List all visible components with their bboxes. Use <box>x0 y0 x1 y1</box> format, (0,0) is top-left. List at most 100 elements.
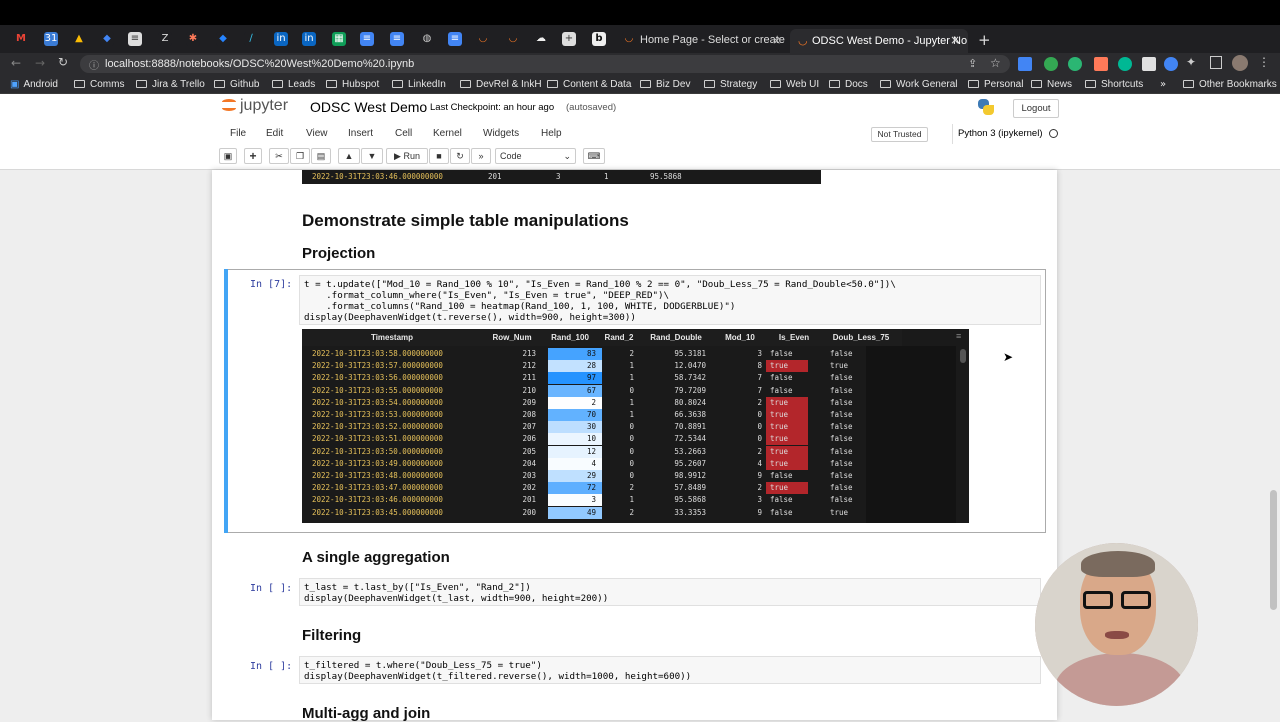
tab-odsc-west-demo[interactable]: ODSC West Demo - Jupyter No <box>790 29 968 53</box>
cut-icon[interactable]: ✂ <box>269 148 289 164</box>
page-scrollbar[interactable] <box>1270 490 1277 610</box>
evernote-icon[interactable] <box>1068 57 1082 71</box>
column-header-rand-2[interactable]: Rand_2 <box>598 329 640 346</box>
column-header-row-num[interactable]: Row_Num <box>482 329 542 346</box>
bookmark-jira[interactable]: Jira & Trello <box>136 75 205 94</box>
copy-icon[interactable]: ❐ <box>290 148 310 164</box>
b-icon[interactable]: b <box>592 32 606 46</box>
table-scrollbar[interactable] <box>960 349 966 363</box>
tab-close-icon[interactable]: × <box>772 34 781 47</box>
table-menu-icon[interactable]: ≡ <box>956 331 961 341</box>
menu-file[interactable]: File <box>230 128 246 139</box>
grammarly-icon[interactable] <box>1044 57 1058 71</box>
info-icon[interactable]: ⓘ <box>89 57 99 72</box>
bookmark-webui[interactable]: Web UI <box>770 75 819 94</box>
extension-icon[interactable] <box>1164 57 1178 71</box>
more-menu-icon[interactable]: ⋮ <box>1258 55 1270 69</box>
calendar-icon[interactable]: 31 <box>44 32 58 46</box>
back-icon[interactable]: ← <box>11 56 21 70</box>
bookmark-linkedin[interactable]: LinkedIn <box>392 75 446 94</box>
bookmark-github[interactable]: Github <box>214 75 259 94</box>
restart-icon[interactable]: ↻ <box>450 148 470 164</box>
extension-icon[interactable] <box>1118 57 1132 71</box>
bookmark-docs[interactable]: Docs <box>829 75 868 94</box>
menu-view[interactable]: View <box>306 128 328 139</box>
add-cell-icon[interactable]: + <box>244 148 262 164</box>
docs-icon[interactable]: ≡ <box>448 32 462 46</box>
gmail-icon[interactable]: M <box>14 32 28 46</box>
menu-help[interactable]: Help <box>541 128 562 139</box>
code-editor[interactable]: t = t.update(["Mod_10 = Rand_100 % 10", … <box>299 275 1041 325</box>
jupyter-logo-icon[interactable] <box>222 97 236 113</box>
logout-button[interactable]: Logout <box>1013 99 1059 118</box>
reload-icon[interactable]: ↻ <box>58 55 68 69</box>
plus-square-icon[interactable]: + <box>562 32 576 46</box>
column-header-rand-double[interactable]: Rand_Double <box>640 329 712 346</box>
bookmark-android[interactable]: ▣ Android <box>10 75 58 94</box>
jupyter-icon[interactable]: ◡ <box>506 32 520 46</box>
hubspot-extension-icon[interactable] <box>1094 57 1108 71</box>
bookmark-leads[interactable]: Leads <box>272 75 315 94</box>
bookmark-personal[interactable]: Personal <box>968 75 1023 94</box>
docs-icon[interactable]: ≡ <box>128 32 142 46</box>
menu-edit[interactable]: Edit <box>266 128 283 139</box>
profile-avatar[interactable] <box>1232 55 1248 71</box>
menu-insert[interactable]: Insert <box>348 128 373 139</box>
bookmark-hubspot[interactable]: Hubspot <box>326 75 379 94</box>
link-icon[interactable]: ∕ <box>244 32 258 46</box>
paste-icon[interactable]: ▤ <box>311 148 331 164</box>
cloud-icon[interactable]: ☁ <box>534 32 548 46</box>
bookmark-shortcuts[interactable]: Shortcuts <box>1085 75 1143 94</box>
cell-type-select[interactable]: Code ⌄ <box>495 148 576 164</box>
column-header-is-even[interactable]: Is_Even <box>768 329 820 346</box>
jupyter-icon[interactable]: ◡ <box>476 32 490 46</box>
bookmark-strategy[interactable]: Strategy <box>704 75 757 94</box>
jira-icon[interactable]: ◆ <box>216 32 230 46</box>
bookmark-star-icon[interactable]: ☆ <box>990 56 1001 70</box>
linkedin-icon[interactable]: in <box>302 32 316 46</box>
menu-kernel[interactable]: Kernel <box>433 128 462 139</box>
move-up-icon[interactable]: ▲ <box>338 148 360 164</box>
not-trusted-button[interactable]: Not Trusted <box>871 127 928 142</box>
save-icon[interactable]: ▣ <box>219 148 237 164</box>
hubspot-icon[interactable]: ✱ <box>186 32 200 46</box>
share-icon[interactable]: ⇪ <box>968 57 977 70</box>
run-button[interactable]: ▶ Run <box>386 148 428 164</box>
tab-home-page[interactable]: Home Page - Select or create a <box>618 28 788 53</box>
bookmark-comms[interactable]: Comms <box>74 75 124 94</box>
bookmark-news[interactable]: News <box>1031 75 1072 94</box>
code-editor[interactable]: t_filtered = t.where("Doub_Less_75 = tru… <box>299 656 1041 684</box>
puzzle-icon[interactable]: ✦ <box>1186 55 1196 69</box>
kernel-name[interactable]: Python 3 (ipykernel) <box>958 128 1042 139</box>
globe-icon[interactable]: ◍ <box>420 32 434 46</box>
bookmark-devrel[interactable]: DevRel & InkH <box>460 75 542 94</box>
jupyter-logo-text[interactable]: jupyter <box>240 97 288 115</box>
bookmark-content[interactable]: Content & Data <box>547 75 631 94</box>
menu-cell[interactable]: Cell <box>395 128 412 139</box>
bookmark-other[interactable]: Other Bookmarks <box>1183 75 1277 94</box>
stop-icon[interactable]: ■ <box>429 148 449 164</box>
column-header-rand-100[interactable]: Rand_100 <box>542 329 598 346</box>
new-tab-icon[interactable]: + <box>978 31 991 49</box>
url-field[interactable]: ⓘ localhost:8888/notebooks/ODSC%20West%2… <box>80 55 1010 73</box>
extension-icon[interactable] <box>1142 57 1156 71</box>
bookmark-bizdev[interactable]: Biz Dev <box>640 75 690 94</box>
column-header-mod-10[interactable]: Mod_10 <box>712 329 768 346</box>
menu-widgets[interactable]: Widgets <box>483 128 519 139</box>
zendesk-icon[interactable]: Z <box>158 32 172 46</box>
keyboard-icon[interactable]: ⌨ <box>583 148 605 164</box>
move-down-icon[interactable]: ▼ <box>361 148 383 164</box>
column-header-doub-less-75[interactable]: Doub_Less_75 <box>820 329 902 346</box>
more-bookmarks-icon[interactable]: » <box>1160 75 1166 94</box>
sheets-icon[interactable]: ▦ <box>332 32 346 46</box>
drive-icon[interactable]: ▲ <box>72 32 86 46</box>
tab-close-icon[interactable]: × <box>950 33 960 47</box>
docs-icon[interactable]: ≡ <box>390 32 404 46</box>
linkedin-icon[interactable]: in <box>274 32 288 46</box>
extension-icon[interactable] <box>1018 57 1032 71</box>
deephaven-widget-table[interactable]: Timestamp Row_Num Rand_100 Rand_2 Rand_Doubl… <box>302 329 969 523</box>
docs-icon[interactable]: ≡ <box>360 32 374 46</box>
bookmark-work-general[interactable]: Work General <box>880 75 958 94</box>
column-header-timestamp[interactable]: Timestamp <box>302 329 482 346</box>
chat-icon[interactable]: ◆ <box>100 32 114 46</box>
